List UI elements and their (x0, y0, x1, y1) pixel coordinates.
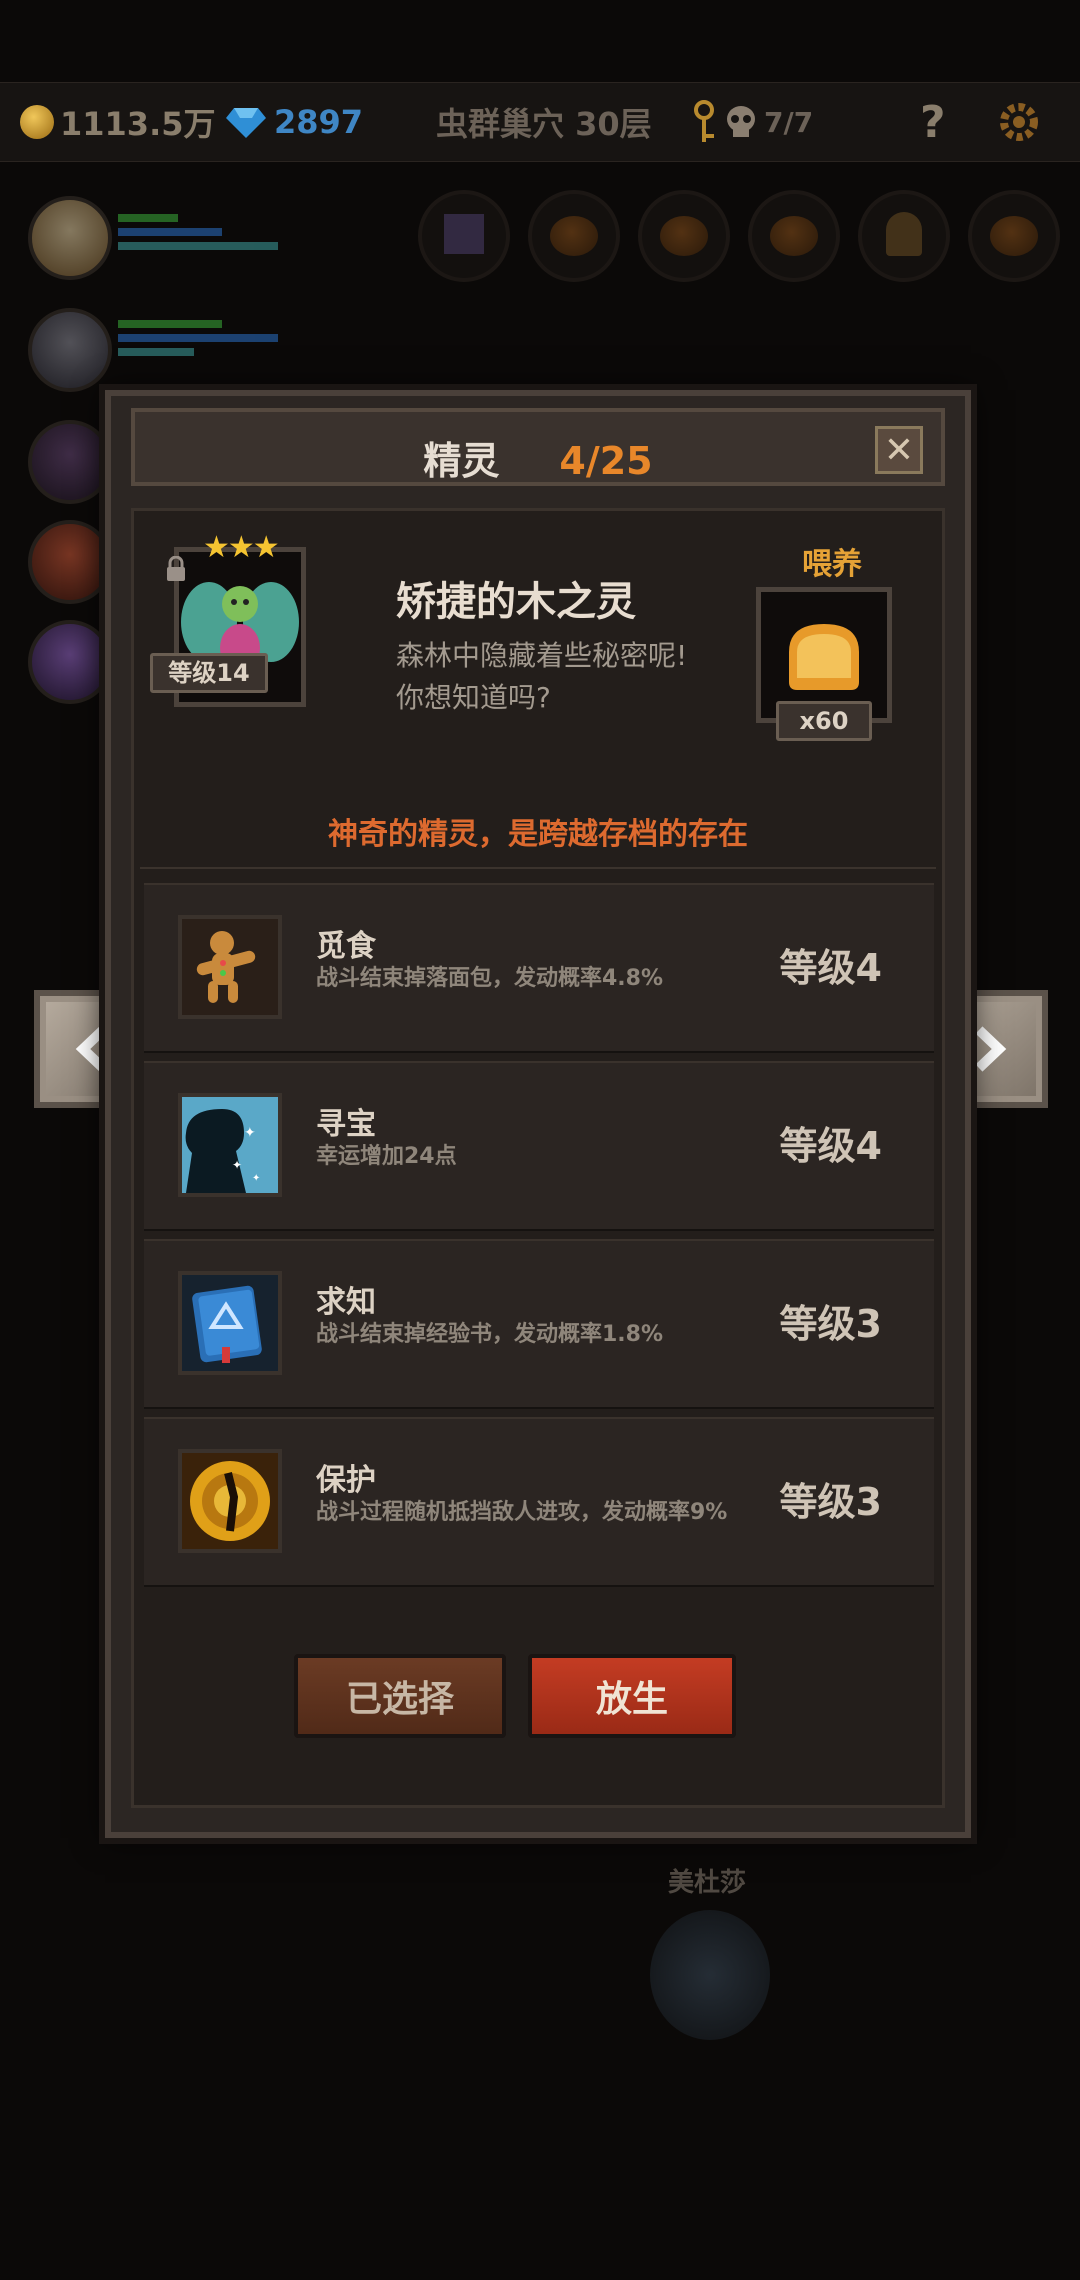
spirit-name: 矫捷的木之灵 (396, 579, 636, 625)
coin-value: 1113.5万 (60, 105, 216, 143)
diamond-icon (226, 108, 266, 138)
skill-row-treasure[interactable]: ✦ ✦ ✦ 寻宝 幸运增加24点 等级4 (144, 1061, 934, 1231)
gear-icon[interactable] (996, 83, 1042, 161)
hero-portrait-3[interactable] (28, 420, 112, 504)
spirit-dialog: 精灵 4/25 ✕ ★★★ 等级14 矫捷的木之灵 森林中隐藏着些秘密呢! 你想… (105, 390, 971, 1838)
svg-text:✦: ✦ (252, 1173, 260, 1184)
help-button[interactable]: ? (920, 83, 946, 161)
silhouette-sparkle-icon: ✦ ✦ ✦ (178, 1093, 282, 1197)
gem-counter: 2897 (226, 83, 363, 161)
skull-count: 7/7 (764, 105, 814, 139)
chevron-right-icon (975, 1026, 1007, 1072)
svg-text:✦: ✦ (244, 1125, 256, 1141)
hero-portrait-4[interactable] (28, 520, 112, 604)
shield-spiral-icon (178, 1449, 282, 1553)
unit-name-label: 美杜莎 (668, 1868, 747, 1898)
pumpkin-slot-4[interactable] (968, 190, 1060, 282)
skill-description: 幸运增加24点 (316, 1144, 457, 1169)
dialog-title-text: 精灵 (423, 439, 500, 483)
spirit-description: 森林中隐藏着些秘密呢! 你想知道吗? (396, 635, 736, 719)
skill-row-protect[interactable]: 保护 战斗过程随机抵挡敌人进攻，发动概率9% 等级3 (144, 1417, 934, 1587)
pumpkin-slot-1[interactable] (528, 190, 620, 282)
spirit-tagline: 神奇的精灵，是跨越存档的存在 (328, 817, 748, 852)
top-status-bar: 1113.5万 2897 虫群巢穴 30层 7/7 ? (0, 82, 1080, 162)
close-button[interactable]: ✕ (875, 426, 923, 474)
gingerbread-icon (178, 915, 282, 1019)
bread-icon (789, 624, 859, 690)
gift-slot[interactable] (418, 190, 510, 282)
selected-button[interactable]: 已选择 (294, 1654, 506, 1738)
pumpkin-slot-3[interactable] (748, 190, 840, 282)
release-button[interactable]: 放生 (528, 1654, 736, 1738)
skill-name: 保护 (316, 1463, 376, 1498)
skill-level: 等级4 (779, 946, 882, 990)
hero-portrait-2[interactable] (28, 308, 112, 392)
coin-counter: 1113.5万 (20, 83, 216, 161)
close-icon: ✕ (883, 429, 915, 471)
spirit-count: 4/25 (559, 439, 653, 483)
skill-name: 觅食 (316, 929, 376, 964)
medusa-sprite (650, 1910, 770, 2040)
gem-value: 2897 (274, 103, 364, 141)
skill-row-knowledge[interactable]: 求知 战斗结束掉经验书，发动概率1.8% 等级3 (144, 1239, 934, 1409)
skill-description: 战斗结束掉经验书，发动概率1.8% (316, 1322, 664, 1347)
book-icon (178, 1271, 282, 1375)
key-counter: 7/7 (690, 83, 813, 161)
hero-portrait-5[interactable] (28, 620, 112, 704)
dungeon-floor-label: 虫群巢穴 30层 (436, 105, 652, 143)
pumpkin-slot-2[interactable] (638, 190, 730, 282)
skill-level: 等级3 (779, 1480, 882, 1524)
skill-description: 战斗结束掉落面包，发动概率4.8% (316, 966, 664, 991)
hero-portrait-1[interactable] (28, 196, 112, 280)
bell-slot[interactable] (858, 190, 950, 282)
skill-name: 寻宝 (316, 1107, 376, 1142)
lock-icon (167, 556, 185, 581)
skill-description: 战斗过程随机抵挡敌人进攻，发动概率9% (316, 1500, 728, 1525)
dialog-title: 精灵 4/25 (135, 430, 941, 485)
dialog-header: 精灵 4/25 ✕ (131, 408, 945, 486)
feed-count: x60 (776, 701, 872, 741)
skill-level: 等级4 (779, 1124, 882, 1168)
skull-icon (727, 106, 755, 137)
spirit-level-badge: 等级14 (150, 653, 268, 693)
key-icon (694, 100, 714, 142)
skill-level: 等级3 (779, 1302, 882, 1346)
svg-text:✦: ✦ (232, 1158, 242, 1172)
skill-name: 求知 (316, 1285, 376, 1320)
spirit-description-line-1: 森林中隐藏着些秘密呢! (396, 639, 688, 672)
coin-icon (20, 105, 54, 139)
divider (140, 867, 936, 869)
spirit-description-line-2: 你想知道吗? (396, 681, 551, 714)
star-rating: ★★★ (203, 530, 280, 565)
skill-row-forage[interactable]: 觅食 战斗结束掉落面包，发动概率4.8% 等级4 (144, 883, 934, 1053)
feed-label: 喂养 (802, 547, 862, 582)
dialog-content: ★★★ 等级14 矫捷的木之灵 森林中隐藏着些秘密呢! 你想知道吗? 喂养 x6… (131, 508, 945, 1808)
